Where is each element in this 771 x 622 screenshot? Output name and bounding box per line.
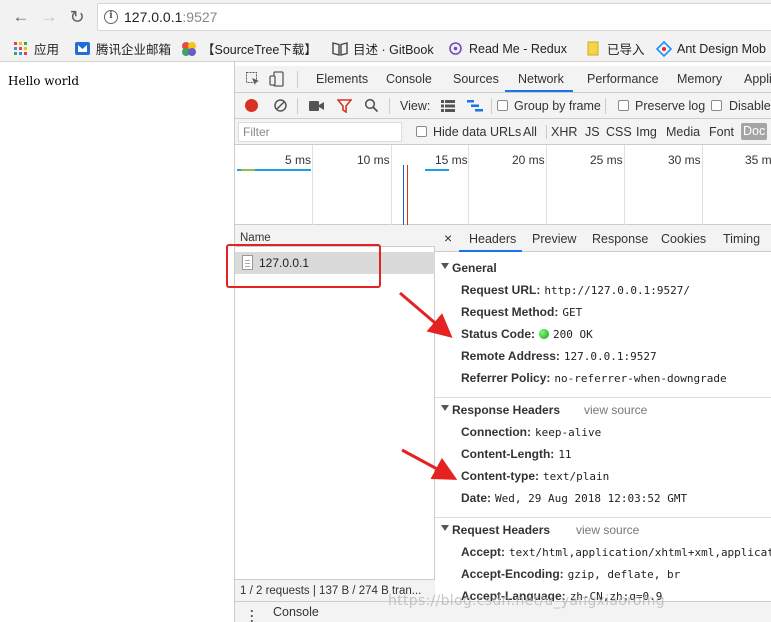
annotation-arrow-content-type xyxy=(401,448,458,480)
annotation-arrow-status xyxy=(399,291,453,338)
watermark: https://blog.csdn.net/u_yangxiaoromg xyxy=(388,593,665,609)
annotation-arrows xyxy=(399,291,458,480)
